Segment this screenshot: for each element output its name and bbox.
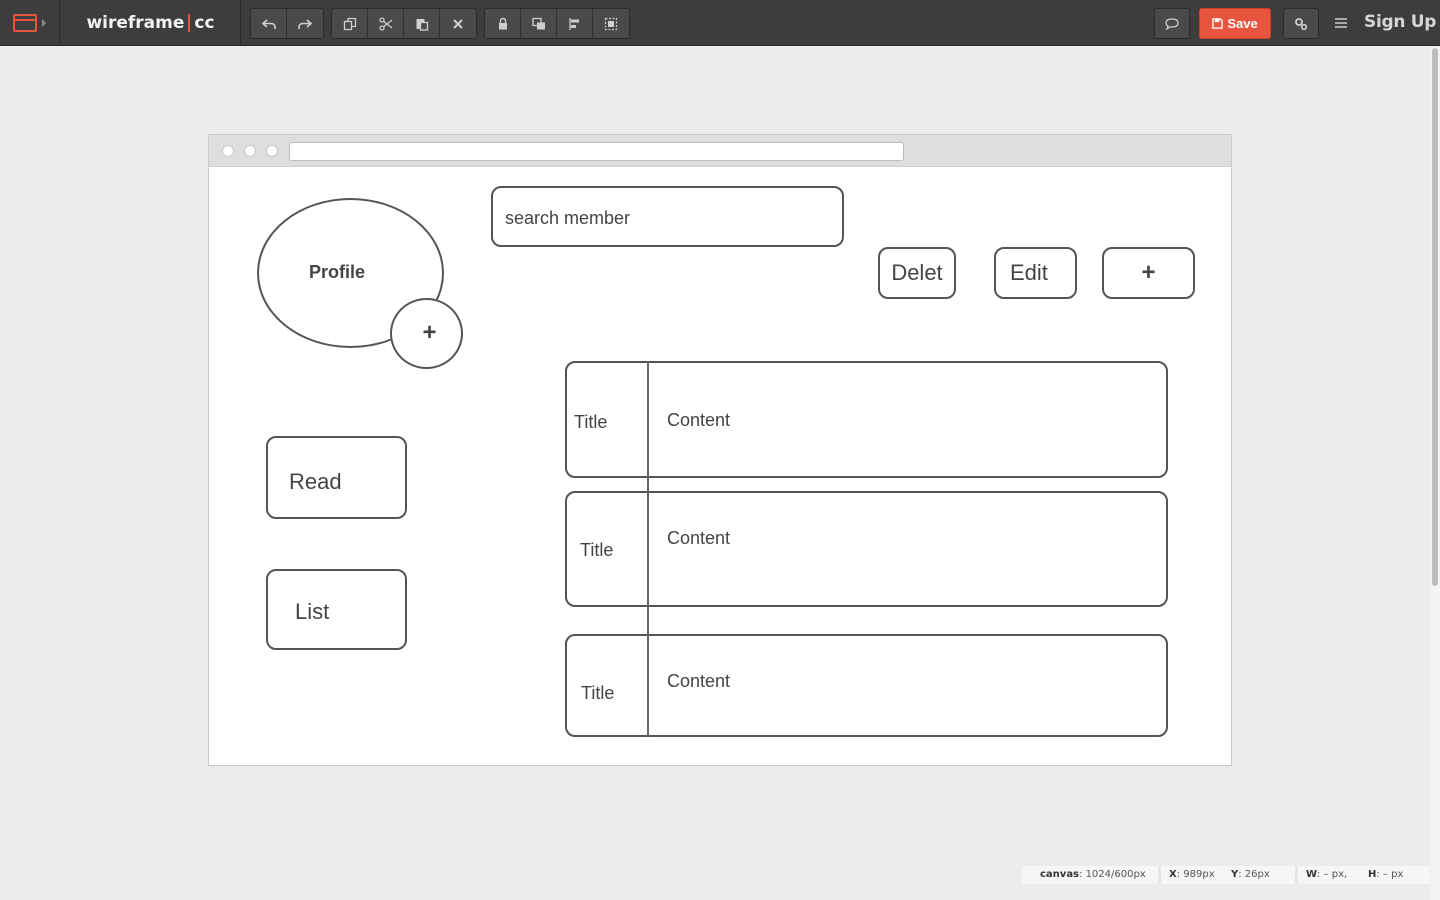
arrange-group	[484, 8, 630, 39]
browser-titlebar	[209, 135, 1231, 167]
status-y: Y: 26px	[1223, 866, 1295, 884]
group-button[interactable]	[593, 9, 629, 38]
menu-icon[interactable]	[1331, 14, 1351, 32]
status-x-value: : 989px	[1176, 869, 1215, 880]
comment-button[interactable]	[1154, 8, 1190, 39]
card-title: Title	[574, 412, 608, 432]
comment-icon	[1165, 17, 1179, 31]
card-content: Content	[667, 528, 731, 548]
add-button[interactable]: +	[1102, 247, 1195, 299]
lock-button[interactable]	[485, 9, 521, 38]
status-w-label: W	[1306, 869, 1318, 880]
window-icon	[13, 14, 37, 32]
cut-icon	[378, 16, 392, 31]
window-dot-1	[222, 145, 234, 157]
top-toolbar: wireframe cc Save Sign Up	[0, 0, 1440, 46]
search-member-input[interactable]: search member	[491, 186, 844, 247]
redo-icon	[298, 18, 312, 29]
cut-button[interactable]	[368, 9, 404, 38]
status-canvas: canvas: 1024/600px	[1022, 866, 1158, 884]
save-label: Save	[1227, 16, 1258, 31]
save-button[interactable]: Save	[1199, 8, 1271, 39]
logo-wireframe: wireframe	[86, 13, 185, 33]
card-title: Title	[581, 683, 615, 703]
address-bar[interactable]	[289, 142, 904, 161]
card-title: Title	[580, 540, 614, 560]
undo-button[interactable]	[251, 9, 287, 38]
logo-cc: cc	[194, 13, 215, 33]
content-card[interactable]: Title Content	[565, 491, 1168, 607]
hamburger-icon	[1335, 18, 1347, 28]
title-divider-line	[647, 361, 649, 737]
copy-icon	[343, 17, 356, 30]
card-content: Content	[667, 671, 731, 691]
status-canvas-label: canvas	[1040, 869, 1080, 880]
settings-icon	[1295, 17, 1308, 30]
delete-icon	[453, 18, 463, 29]
scrollbar-thumb[interactable]	[1432, 48, 1438, 586]
read-button[interactable]: Read	[266, 436, 407, 519]
sign-up-link[interactable]: Sign Up	[1364, 12, 1436, 32]
group-icon	[604, 17, 618, 30]
copy-button[interactable]	[332, 9, 368, 38]
bring-front-icon	[531, 17, 545, 29]
window-dot-3	[266, 145, 278, 157]
status-bar: canvas: 1024/600px X: 989px Y: 26px W: –…	[1022, 866, 1430, 884]
edit-group	[331, 8, 477, 39]
status-w: W: – px,	[1295, 866, 1360, 884]
status-h-value: : – px	[1376, 869, 1404, 880]
floppy-icon	[1212, 18, 1224, 29]
status-canvas-value: : 1024/600px	[1079, 869, 1146, 880]
profile-add-button[interactable]: +	[390, 298, 463, 369]
logo-separator	[188, 14, 191, 32]
status-x-label: X	[1169, 869, 1177, 880]
app-logo: wireframe cc	[61, 0, 241, 46]
delete-button[interactable]: Delet	[878, 247, 956, 299]
settings-button[interactable]	[1283, 8, 1319, 39]
status-w-value: : – px,	[1317, 869, 1348, 880]
window-dot-2	[244, 145, 256, 157]
status-y-value: : 26px	[1238, 869, 1270, 880]
redo-button[interactable]	[287, 9, 323, 38]
list-button[interactable]: List	[266, 569, 407, 650]
card-content: Content	[667, 410, 731, 430]
delete-button[interactable]	[440, 9, 476, 38]
edit-button[interactable]: Edit	[994, 247, 1077, 299]
align-button[interactable]	[557, 9, 593, 38]
caret-right-icon	[42, 19, 46, 27]
status-h: H: – px	[1360, 866, 1430, 884]
status-x: X: 989px	[1158, 866, 1223, 884]
lock-icon	[498, 17, 507, 29]
content-card[interactable]: Title Content	[565, 361, 1168, 478]
undo-icon	[261, 18, 276, 29]
app-menu-button[interactable]	[0, 0, 60, 46]
history-group	[250, 8, 324, 39]
paste-icon	[416, 18, 428, 31]
content-card[interactable]: Title Content	[565, 634, 1168, 737]
align-icon	[568, 17, 579, 30]
profile-label: Profile	[309, 262, 366, 282]
bring-front-button[interactable]	[521, 9, 557, 38]
paste-button[interactable]	[404, 9, 440, 38]
